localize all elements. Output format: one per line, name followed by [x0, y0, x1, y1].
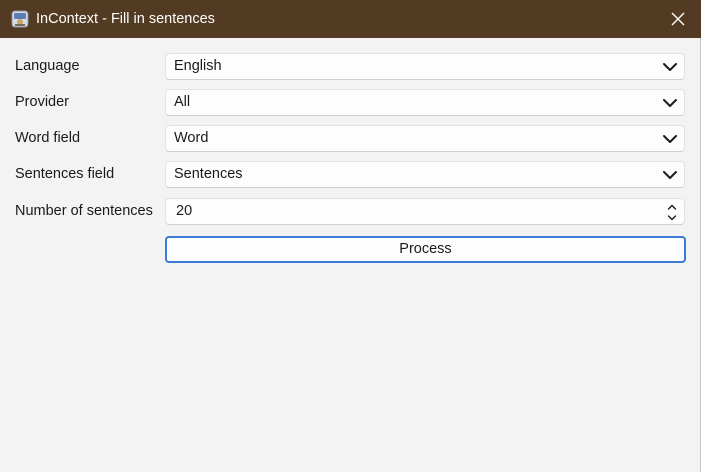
provider-dropdown[interactable]: All — [165, 89, 685, 116]
number-of-sentences-spinbox[interactable]: 20 — [165, 198, 685, 225]
process-button[interactable]: Process — [165, 236, 686, 263]
close-icon — [671, 12, 685, 26]
provider-value: All — [174, 94, 191, 110]
spin-arrows-icon[interactable] — [667, 203, 677, 222]
word-field-value: Word — [174, 130, 209, 146]
window-title: InContext - Fill in sentences — [36, 11, 215, 27]
close-button[interactable] — [655, 0, 701, 38]
sentences-field-label: Sentences field — [15, 166, 115, 182]
chevron-down-icon — [663, 135, 677, 143]
language-label: Language — [15, 58, 80, 74]
word-field-label: Word field — [15, 130, 81, 146]
title-bar: InContext - Fill in sentences — [0, 0, 701, 38]
app-icon — [11, 10, 29, 28]
chevron-down-icon — [663, 63, 677, 71]
provider-label: Provider — [15, 94, 69, 110]
language-value: English — [174, 58, 222, 74]
chevron-down-icon — [663, 171, 677, 179]
dialog-content: Language English Provider All Word field… — [0, 38, 701, 472]
number-of-sentences-label: Number of sentences — [15, 203, 153, 219]
number-of-sentences-value: 20 — [176, 203, 193, 219]
sentences-field-value: Sentences — [174, 166, 243, 182]
sentences-field-dropdown[interactable]: Sentences — [165, 161, 685, 188]
word-field-dropdown[interactable]: Word — [165, 125, 685, 152]
language-dropdown[interactable]: English — [165, 53, 685, 80]
chevron-down-icon — [663, 99, 677, 107]
